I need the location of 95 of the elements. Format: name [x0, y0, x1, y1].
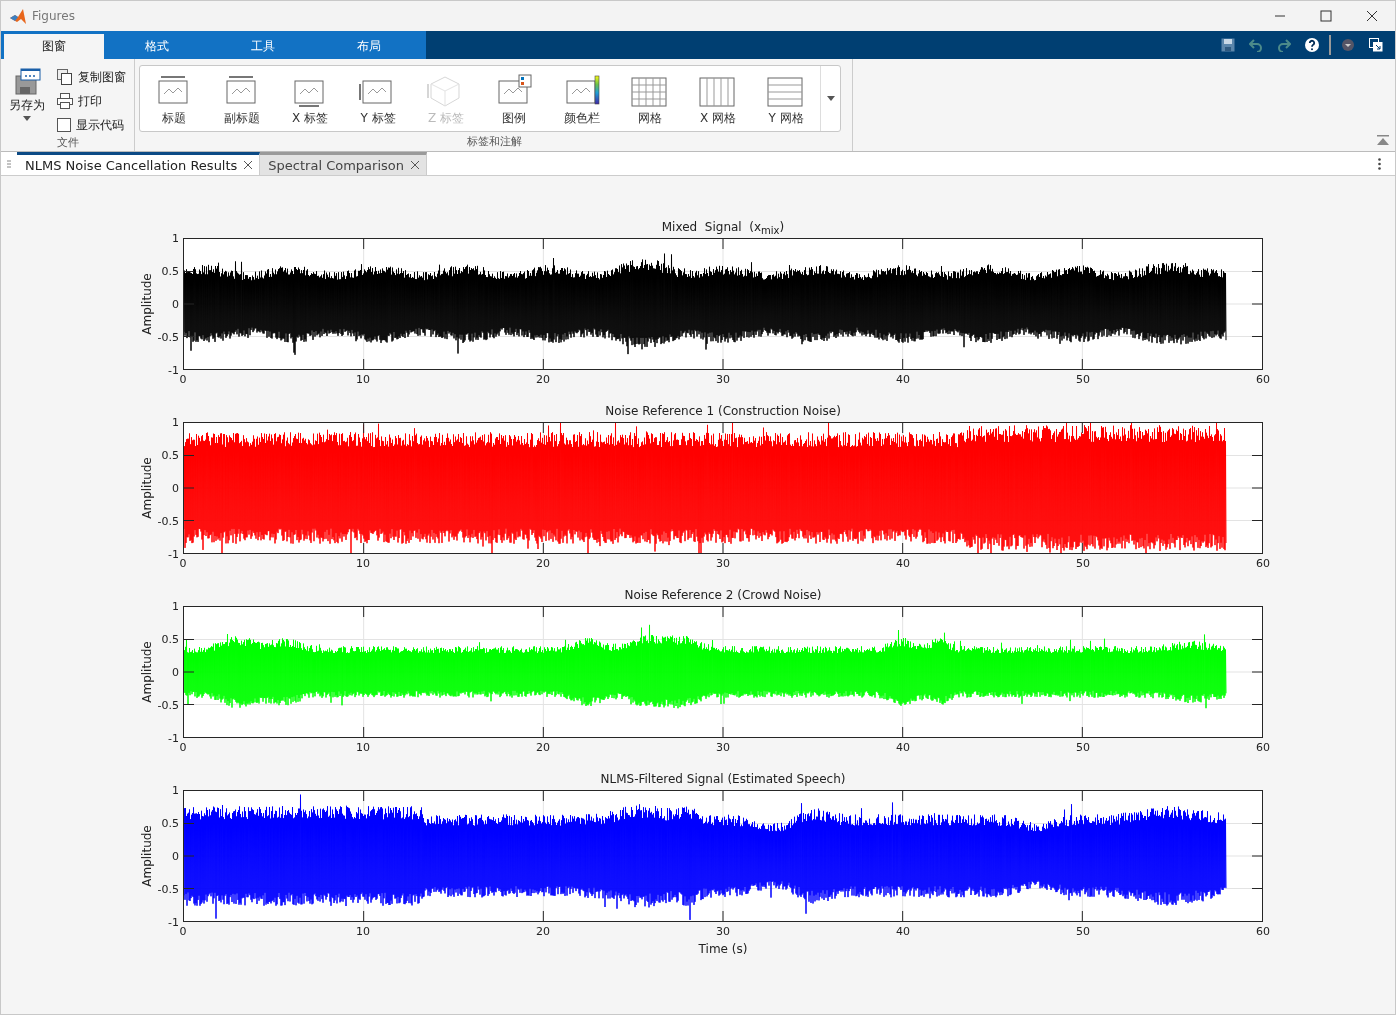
gallery-item[interactable]: X 网格 [684, 66, 752, 131]
x-tick-label: 30 [716, 741, 730, 754]
plot-title: Noise Reference 1 (Construction Noise) [605, 404, 841, 418]
x-tick-label: 50 [1076, 557, 1090, 570]
show-code-checkbox[interactable]: 显示代码 [55, 114, 128, 136]
copy-figure-button[interactable]: 复制图窗 [55, 66, 128, 88]
y-tick-label: 0 [172, 665, 179, 679]
plot-title: Noise Reference 2 (Crowd Noise) [624, 588, 822, 602]
x-tick-label: 10 [356, 557, 370, 570]
x-tick-label: 60 [1256, 373, 1270, 386]
y-tick-label: 0.5 [161, 632, 179, 646]
y-axis-label: Amplitude [140, 273, 154, 335]
section-label: 文件 [56, 136, 80, 151]
gallery-item[interactable]: 副标题 [208, 66, 276, 131]
y-tick-label: 1 [172, 415, 179, 429]
plot-title: NLMS-Filtered Signal (Estimated Speech) [600, 772, 846, 786]
x-tick-label: 60 [1256, 925, 1270, 938]
x-tick-label: 30 [716, 557, 730, 570]
x-tick-label: 60 [1256, 741, 1270, 754]
x-tick-label: 0 [179, 925, 187, 938]
gallery-item[interactable]: 图例 [480, 66, 548, 131]
grip-icon[interactable] [7, 159, 11, 168]
section-label: 标签和注解 [465, 135, 523, 150]
x-tick-label: 0 [179, 557, 187, 570]
copy-icon [57, 69, 73, 85]
x-tick-label: 30 [716, 925, 730, 938]
y-tick-label: -0.5 [157, 330, 179, 344]
x-axis-label: Time (s) [698, 942, 748, 956]
y-tick-label: 0 [172, 849, 179, 863]
caret-icon [826, 96, 835, 101]
y-tick-label: -0.5 [157, 698, 179, 712]
x-tick-label: 40 [896, 557, 910, 570]
x-tick-label: 10 [356, 741, 370, 754]
y-tick-label: 0.5 [161, 448, 179, 462]
x-tick-label: 20 [536, 557, 550, 570]
y-tick-label: 1 [172, 599, 179, 613]
gallery-item[interactable]: 标题 [140, 66, 208, 131]
y-tick-label: -1 [168, 363, 179, 377]
y-axis-label: Amplitude [140, 457, 154, 519]
ribbon-tab[interactable]: 图窗 [4, 34, 104, 59]
xgrid-icon [699, 74, 737, 108]
x-tick-label: 20 [536, 373, 550, 386]
maximize-icon [1320, 10, 1332, 22]
ribbon-tab[interactable]: 布局 [316, 34, 422, 59]
y-tick-label: -1 [168, 915, 179, 929]
collapse-ribbon-icon[interactable] [1377, 133, 1389, 148]
y-axis-label: Amplitude [140, 825, 154, 887]
y-tick-label: 0.5 [161, 264, 179, 278]
x-tick-label: 40 [896, 925, 910, 938]
x-tick-label: 40 [896, 373, 910, 386]
caret-icon [23, 116, 31, 121]
x-tick-label: 0 [179, 741, 187, 754]
document-tab[interactable]: Spectral Comparison [260, 152, 427, 175]
y-tick-label: -0.5 [157, 882, 179, 896]
gallery-item[interactable]: 颜色栏 [548, 66, 616, 131]
colorbar-icon [563, 74, 601, 108]
save-as-button[interactable]: 另存为 [5, 65, 49, 136]
save-icon [13, 67, 41, 95]
app-logo-icon [10, 8, 26, 24]
close-tab-icon[interactable] [410, 160, 420, 170]
grid-icon [631, 74, 669, 108]
y-tick-label: -0.5 [157, 514, 179, 528]
y-tick-label: 0 [172, 481, 179, 495]
y-axis-label: Amplitude [140, 641, 154, 703]
window-title: Figures [32, 9, 75, 23]
close-icon [1366, 10, 1378, 22]
x-tick-label: 20 [536, 925, 550, 938]
y-tick-label: 1 [172, 231, 179, 245]
y-tick-label: -1 [168, 731, 179, 745]
close-tab-icon[interactable] [243, 160, 254, 170]
gallery-item[interactable]: 网格 [616, 66, 684, 131]
x-tick-label: 20 [536, 741, 550, 754]
x-tick-label: 50 [1076, 925, 1090, 938]
x-tick-label: 60 [1256, 557, 1270, 570]
x-tick-label: 40 [896, 741, 910, 754]
y-tick-label: 0.5 [161, 816, 179, 830]
ribbon-tab[interactable]: 格式 [104, 34, 210, 59]
gallery-item[interactable]: Y 标签 [344, 66, 412, 131]
y-tick-label: 0 [172, 297, 179, 311]
x-tick-label: 50 [1076, 373, 1090, 386]
x-tick-label: 10 [356, 925, 370, 938]
ygrid-icon [767, 74, 805, 108]
x-tick-label: 10 [356, 373, 370, 386]
x-tick-label: 50 [1076, 741, 1090, 754]
x-tick-label: 0 [179, 373, 187, 386]
document-tab[interactable]: NLMS Noise Cancellation Results [17, 152, 261, 175]
printer-icon [57, 93, 73, 109]
plot-title: Mixed Signal (x$_{mix}$) [661, 220, 785, 237]
x-tick-label: 30 [716, 373, 730, 386]
y-tick-label: 1 [172, 783, 179, 797]
gallery-item[interactable]: Y 网格 [752, 66, 820, 131]
gallery-item[interactable]: X 标签 [276, 66, 344, 131]
print-button[interactable]: 打印 [55, 90, 128, 112]
ribbon-tab[interactable]: 工具 [210, 34, 316, 59]
y-tick-label: -1 [168, 547, 179, 561]
